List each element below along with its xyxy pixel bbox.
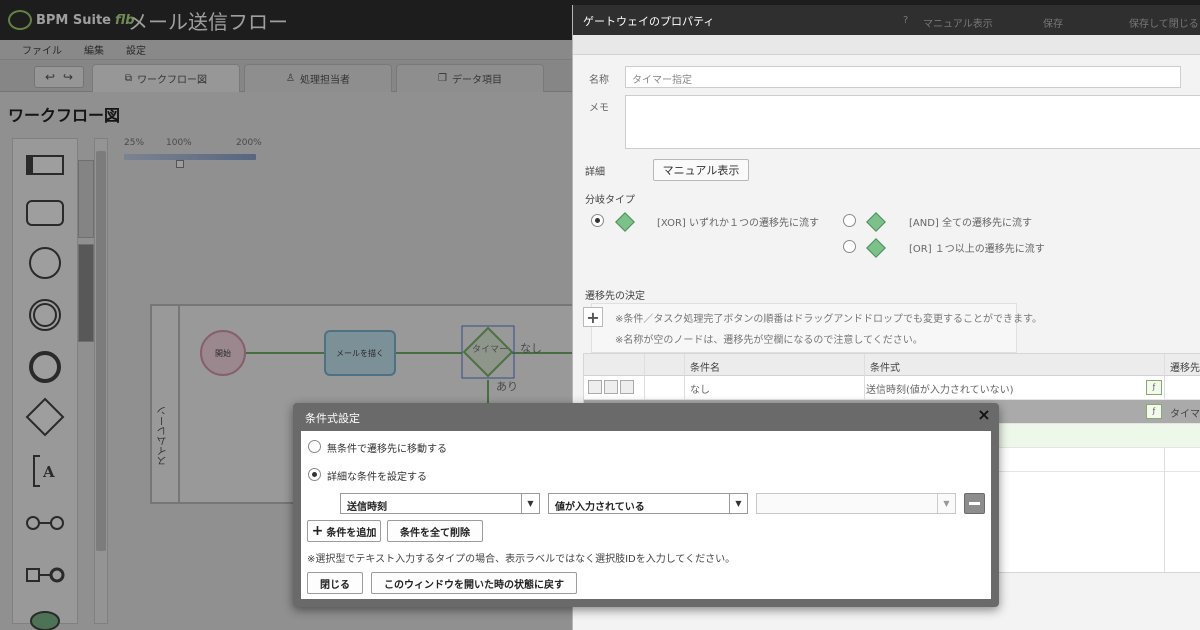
- branch-type-label: 分岐タイプ: [585, 195, 635, 206]
- unconditional-label: 無条件で遷移先に移動する: [327, 444, 447, 455]
- expression-edit-icon[interactable]: ƒ: [1146, 380, 1162, 395]
- row-up-icon[interactable]: [604, 380, 618, 394]
- help-icon[interactable]: ?: [903, 15, 908, 26]
- add-condition-button[interactable]: + 条件を追加: [307, 520, 381, 542]
- memo-label: メモ: [589, 103, 609, 114]
- destination-note-empty: ※名称が空のノードは、遷移先が空欄になるので注意してください。: [615, 335, 923, 346]
- add-destination-button[interactable]: +: [583, 307, 603, 327]
- remove-condition-button[interactable]: [964, 493, 985, 514]
- add-condition-label: 条件を追加: [326, 527, 377, 539]
- chevron-down-icon: ▼: [521, 494, 539, 513]
- delete-all-conditions-button[interactable]: 条件を全て削除: [387, 520, 483, 542]
- value-select[interactable]: ▼: [756, 493, 956, 514]
- dialog-title: 条件式設定: [305, 412, 360, 425]
- field-select[interactable]: 送信時刻 ▼: [340, 493, 540, 514]
- and-radio[interactable]: [843, 214, 856, 227]
- destination-note-order: ※条件／タスク処理完了ボタンの順番はドラッグアンドドロップでも変更することができ…: [615, 314, 1042, 325]
- chevron-down-icon: ▼: [729, 494, 747, 513]
- and-option-label: [AND] 全ての遷移先に流す: [909, 218, 1033, 229]
- panel-header: ゲートウェイのプロパティ: [573, 5, 1200, 35]
- selection-id-note: ※選択型でテキスト入力するタイプの場合、表示ラベルではなく選択肢IDを入力してく…: [307, 554, 736, 565]
- close-button[interactable]: 閉じる: [307, 572, 363, 594]
- condition-dialog: 条件式設定 × 無条件で遷移先に移動する 詳細な条件を設定する 送信時刻 ▼ 値…: [293, 403, 999, 607]
- field-select-value: 送信時刻: [347, 502, 387, 513]
- detail-label: 詳細: [585, 167, 605, 178]
- operator-select[interactable]: 値が入力されている ▼: [548, 493, 748, 514]
- plus-icon: +: [311, 523, 324, 539]
- manual-link[interactable]: マニュアル表示: [923, 15, 993, 30]
- grid-header-expression[interactable]: 条件式: [870, 359, 900, 374]
- panel-title: ゲートウェイのプロパティ: [583, 15, 715, 28]
- xor-option-label: [XOR] いずれか１つの遷移先に流す: [657, 218, 820, 229]
- unconditional-radio[interactable]: [308, 440, 321, 453]
- expression-cell: 送信時刻(値が入力されていない): [866, 385, 1014, 396]
- and-gateway-icon: [866, 212, 886, 232]
- dialog-body: 無条件で遷移先に移動する 詳細な条件を設定する 送信時刻 ▼ 値が入力されている…: [301, 431, 991, 599]
- reset-window-button[interactable]: このウィンドウを開いた時の状態に戻す: [371, 572, 577, 594]
- panel-subheader: [573, 35, 1200, 55]
- table-row[interactable]: なし 送信時刻(値が入力されていない) ƒ: [584, 376, 1200, 400]
- xor-gateway-icon: [615, 212, 635, 232]
- detailed-label: 詳細な条件を設定する: [327, 472, 427, 483]
- detailed-radio[interactable]: [308, 468, 321, 481]
- or-radio[interactable]: [843, 240, 856, 253]
- name-label: 名称: [589, 75, 609, 86]
- manual-button[interactable]: マニュアル表示: [653, 159, 749, 181]
- close-icon[interactable]: ×: [975, 406, 993, 424]
- grid-header-condition-name[interactable]: 条件名: [690, 359, 720, 374]
- expression-edit-icon[interactable]: ƒ: [1146, 404, 1162, 419]
- save-button[interactable]: 保存: [1043, 15, 1063, 30]
- operator-select-value: 値が入力されている: [555, 502, 645, 513]
- memo-field[interactable]: [625, 95, 1200, 149]
- grid-header-target[interactable]: 遷移先: [1170, 359, 1200, 374]
- row-down-icon[interactable]: [620, 380, 634, 394]
- row-delete-icon[interactable]: [588, 380, 602, 394]
- target-cell: タイマ: [1170, 409, 1200, 420]
- chevron-down-icon: ▼: [937, 494, 955, 513]
- or-option-label: [OR] １つ以上の遷移先に流す: [909, 244, 1045, 255]
- destination-label: 遷移先の決定: [585, 291, 645, 302]
- name-field[interactable]: タイマー指定: [625, 66, 1181, 88]
- xor-radio[interactable]: [591, 214, 604, 227]
- save-close-button[interactable]: 保存して閉じる: [1129, 15, 1199, 30]
- or-gateway-icon: [866, 238, 886, 258]
- condition-name-cell: なし: [690, 385, 710, 396]
